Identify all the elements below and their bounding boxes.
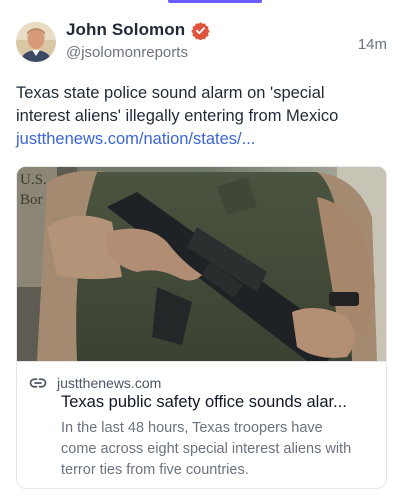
timestamp: 14m	[357, 36, 387, 53]
link-preview-description: In the last 48 hours, Texas troopers hav…	[61, 418, 379, 481]
link-preview-meta: justthenews.com Texas public safety offi…	[17, 361, 386, 488]
link-preview-description-line: come across eight special interest alien…	[61, 441, 352, 457]
link-icon	[29, 374, 47, 392]
link-preview-title[interactable]: Texas public safety office sounds alar..…	[61, 393, 379, 412]
post-text: Texas state police sound alarm on 'speci…	[16, 82, 388, 151]
link-preview-description-line: terror ties from five countries.	[61, 462, 249, 478]
author-name[interactable]: John Solomon	[66, 20, 185, 40]
post-text-line: interest aliens' illegally entering from…	[16, 107, 339, 125]
post[interactable]: John Solomon @jsolomonreports 14m Texas …	[0, 0, 403, 500]
post-header: John Solomon @jsolomonreports 14m	[16, 20, 387, 66]
link-preview-description-line: In the last 48 hours, Texas troopers hav…	[61, 420, 323, 436]
link-preview-image[interactable]: U.S. Bor	[17, 167, 386, 361]
post-text-line: Texas state police sound alarm on 'speci…	[16, 84, 325, 102]
verified-badge-icon	[191, 21, 210, 41]
image-sign-text: U.S.	[20, 172, 47, 188]
avatar[interactable]	[16, 22, 56, 62]
author-handle[interactable]: @jsolomonreports	[66, 44, 210, 61]
link-preview-domain: justthenews.com	[57, 375, 162, 391]
image-sign-text: Bor	[20, 192, 43, 208]
author-info: John Solomon @jsolomonreports	[66, 20, 210, 61]
link-preview-card[interactable]: U.S. Bor justthenews.com Texas public sa…	[16, 166, 387, 489]
link-preview-domain-row: justthenews.com	[29, 374, 161, 392]
post-link[interactable]: justthenews.com/nation/states/...	[16, 128, 388, 151]
